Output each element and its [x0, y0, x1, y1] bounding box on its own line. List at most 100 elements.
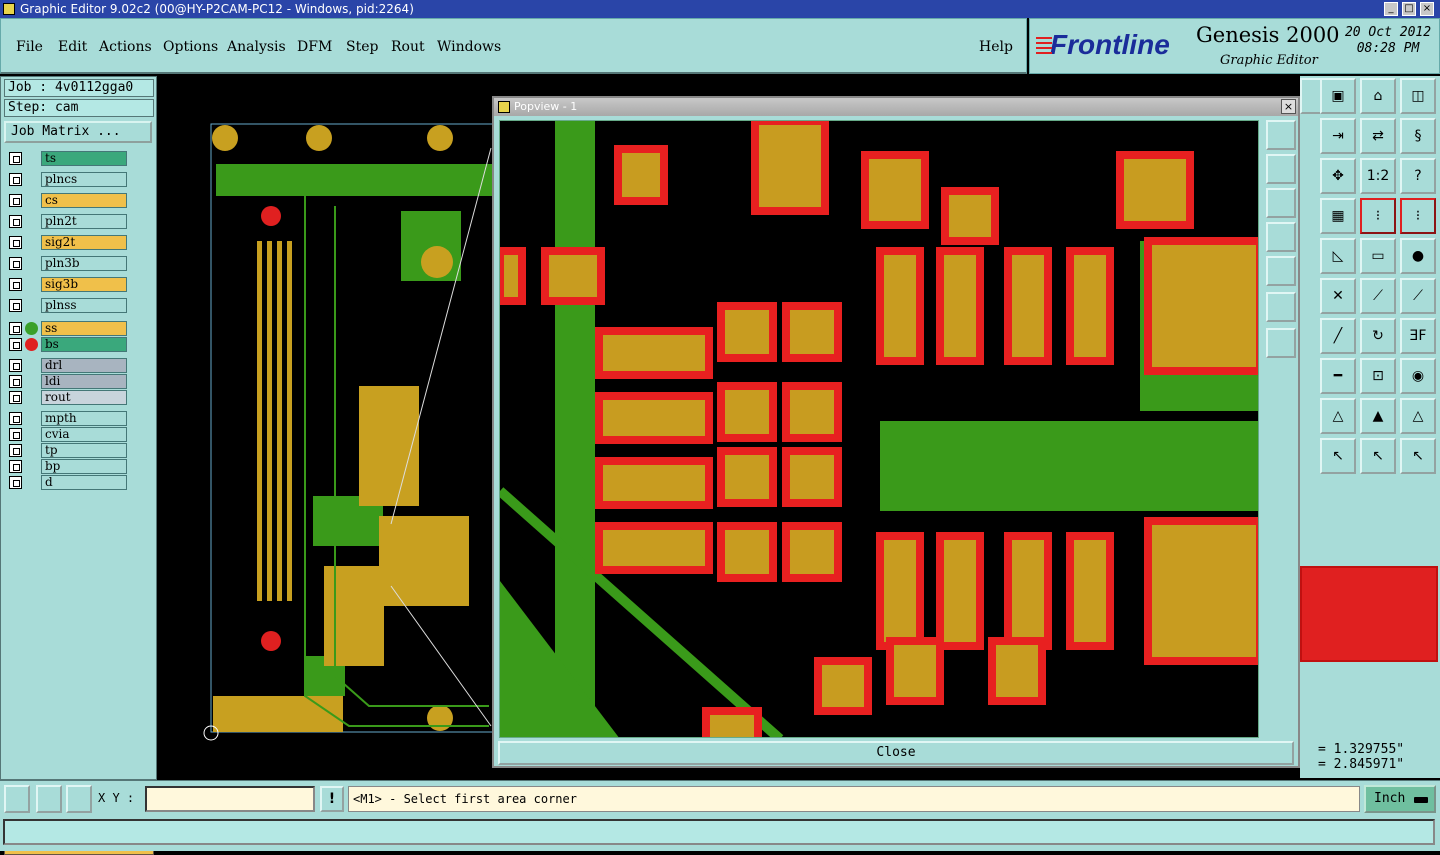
- arc-icon[interactable]: ↻: [1360, 318, 1396, 354]
- pointer-icon[interactable]: ↖: [1320, 438, 1356, 474]
- layer-row-pln3b[interactable]: pln3b: [7, 256, 127, 271]
- snap-icon[interactable]: §: [1400, 118, 1436, 154]
- layer-row-ss[interactable]: ss: [7, 321, 127, 336]
- layer-row-bp[interactable]: bp: [7, 459, 127, 474]
- layer-name[interactable]: sig2t: [41, 235, 127, 250]
- line-edit-icon[interactable]: ⟋: [1400, 278, 1436, 314]
- pad-icon[interactable]: ●: [1400, 238, 1436, 274]
- warning-button[interactable]: !: [320, 786, 344, 812]
- layer-row-bs[interactable]: bs: [7, 337, 127, 352]
- xy-input[interactable]: [145, 786, 315, 812]
- layer-name[interactable]: pln3b: [41, 256, 127, 271]
- layer-checkbox[interactable]: [9, 391, 22, 404]
- layer-name[interactable]: ss: [41, 321, 127, 336]
- menu-actions[interactable]: Actions: [99, 39, 152, 55]
- grid-snap-icon[interactable]: [66, 785, 92, 813]
- layer-checkbox[interactable]: [9, 460, 22, 473]
- layer-name[interactable]: cvia: [41, 427, 127, 442]
- help-tool-button[interactable]: ?: [1400, 158, 1436, 194]
- layer-row-plncs[interactable]: plncs: [7, 172, 127, 187]
- layer-name[interactable]: pln2t: [41, 214, 127, 229]
- layer-row-ts[interactable]: ts: [7, 151, 127, 166]
- layer-checkbox[interactable]: [9, 257, 22, 270]
- pan-icon[interactable]: ▣: [1320, 78, 1356, 114]
- layer-name[interactable]: plnss: [41, 298, 127, 313]
- close-window-button[interactable]: ×: [1420, 2, 1434, 16]
- snap-grid-icon[interactable]: [4, 785, 30, 813]
- layer-row-mpth[interactable]: mpth: [7, 411, 127, 426]
- pointer-select-icon[interactable]: ↖: [1360, 438, 1396, 474]
- window-icon[interactable]: ◫: [1400, 78, 1436, 114]
- layer-checkbox[interactable]: [9, 412, 22, 425]
- cross-icon[interactable]: ✕: [1320, 278, 1356, 314]
- layer-name[interactable]: tp: [41, 443, 127, 458]
- ruler-icon[interactable]: ▭: [1360, 238, 1396, 274]
- layer-checkbox[interactable]: [9, 338, 22, 351]
- popview-close-button[interactable]: Close: [498, 741, 1294, 765]
- layer-checkbox[interactable]: [9, 444, 22, 457]
- draw-line-icon[interactable]: ╱: [1320, 318, 1356, 354]
- popview-titlebar[interactable]: Popview - 1 ×: [494, 98, 1298, 116]
- mirror-icon[interactable]: ⇄: [1360, 118, 1396, 154]
- menu-options[interactable]: Options: [163, 39, 218, 55]
- menu-rout[interactable]: Rout: [391, 39, 425, 55]
- layer-name[interactable]: plncs: [41, 172, 127, 187]
- menu-edit[interactable]: Edit: [58, 39, 87, 55]
- triangle-line-icon[interactable]: △: [1400, 398, 1436, 434]
- popview-down-icon[interactable]: [1266, 188, 1296, 218]
- layer-name[interactable]: bp: [41, 459, 127, 474]
- layer-row-sig2t[interactable]: sig2t: [7, 235, 127, 250]
- layer-checkbox[interactable]: [9, 299, 22, 312]
- menu-analysis[interactable]: Analysis: [227, 39, 286, 55]
- layer-row-plnss[interactable]: plnss: [7, 298, 127, 313]
- shapes-icon[interactable]: ◉: [1400, 358, 1436, 394]
- popview-close-icon[interactable]: ×: [1281, 99, 1296, 114]
- layer-name[interactable]: bs: [41, 337, 127, 352]
- layer-checkbox[interactable]: [9, 322, 22, 335]
- select-feature-icon[interactable]: ⁝: [1360, 198, 1396, 234]
- line-add-icon[interactable]: ⟋: [1360, 278, 1396, 314]
- menu-step[interactable]: Step: [346, 39, 378, 55]
- layer-name[interactable]: sig3b: [41, 277, 127, 292]
- layer-checkbox[interactable]: [9, 152, 22, 165]
- pointer-route-icon[interactable]: ↖: [1400, 438, 1436, 474]
- layer-checkbox[interactable]: [9, 236, 22, 249]
- triangle-icon[interactable]: △: [1320, 398, 1356, 434]
- move-icon[interactable]: ⇥: [1320, 118, 1356, 154]
- layer-checkbox[interactable]: [9, 359, 22, 372]
- popview-canvas[interactable]: [499, 120, 1259, 738]
- popview-fit-icon[interactable]: [1266, 292, 1296, 322]
- popview-center-icon[interactable]: [1266, 328, 1296, 358]
- layer-row-sig3b[interactable]: sig3b: [7, 277, 127, 292]
- layer-row-cvia[interactable]: cvia: [7, 427, 127, 442]
- layer-name[interactable]: ldi: [41, 374, 127, 389]
- layer-name[interactable]: ts: [41, 151, 127, 166]
- menu-windows[interactable]: Windows: [437, 39, 501, 55]
- layer-row-ldi[interactable]: ldi: [7, 374, 127, 389]
- ratio-button[interactable]: 1:2: [1360, 158, 1396, 194]
- layer-checkbox[interactable]: [9, 375, 22, 388]
- layer-row-cs[interactable]: cs: [7, 193, 127, 208]
- layer-checkbox[interactable]: [9, 278, 22, 291]
- popview-left-icon[interactable]: [1266, 222, 1296, 252]
- select-net-icon[interactable]: ⁝: [1400, 198, 1436, 234]
- layer-row-tp[interactable]: tp: [7, 443, 127, 458]
- layer-checkbox[interactable]: [9, 173, 22, 186]
- layer-row-rout[interactable]: rout: [7, 390, 127, 405]
- layer-checkbox[interactable]: [9, 215, 22, 228]
- menu-help[interactable]: Help: [979, 39, 1013, 55]
- layer-name[interactable]: rout: [41, 390, 127, 405]
- menu-file[interactable]: File: [16, 39, 43, 55]
- layer-name[interactable]: cs: [41, 193, 127, 208]
- menu-dfm[interactable]: DFM: [297, 39, 332, 55]
- layer-checkbox[interactable]: [9, 428, 22, 441]
- grid-icon[interactable]: ▦: [1320, 198, 1356, 234]
- job-matrix-button[interactable]: Job Matrix ...: [4, 121, 152, 143]
- split-line-icon[interactable]: ━: [1320, 358, 1356, 394]
- center-icon[interactable]: ✥: [1320, 158, 1356, 194]
- layer-name[interactable]: mpth: [41, 411, 127, 426]
- layer-name[interactable]: drl: [41, 358, 127, 373]
- layer-row-d[interactable]: d: [7, 475, 127, 490]
- layer-checkbox[interactable]: [9, 194, 22, 207]
- popview-up-icon[interactable]: [1266, 154, 1296, 184]
